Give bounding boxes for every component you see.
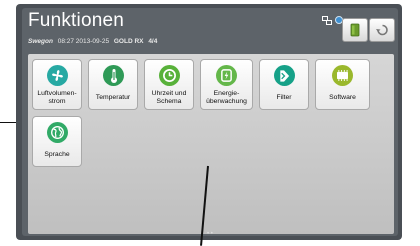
unit-index: 4/4 (148, 38, 158, 45)
tile-energy-monitoring[interactable]: Energie-überwachung (200, 59, 253, 110)
filter-icon (274, 65, 295, 86)
tile-label: Uhrzeit und Schema (151, 90, 187, 105)
tile-label: Software (329, 94, 356, 101)
tile-label: Temperatur (95, 94, 131, 101)
door-exit-icon (350, 23, 360, 37)
tile-airflow[interactable]: Luftvolumen-strom (32, 59, 82, 110)
network-icon (322, 16, 332, 27)
tile-software[interactable]: Software (315, 59, 370, 110)
callout-line-left (0, 122, 16, 123)
model-name: GOLD RX (113, 38, 144, 45)
thermometer-icon (103, 65, 124, 86)
exit-button[interactable] (342, 18, 368, 42)
clock-icon (159, 65, 180, 86)
back-arrow-icon (376, 24, 388, 36)
energy-icon (216, 65, 237, 86)
globe-icon (47, 122, 68, 143)
brand-logo: Swegon (28, 38, 53, 45)
function-grid: Luftvolumen-strom Temperatur Uhrzeit und… (28, 54, 394, 234)
page-title: Funktionen (28, 10, 125, 31)
tile-filter[interactable]: Filter (259, 59, 309, 110)
tile-label: Energie-überwachung (206, 90, 247, 105)
datetime: 08:27 2013-09-25 (57, 38, 110, 45)
fan-icon (47, 65, 68, 86)
header: Funktionen Swegon 08:27 2013-09-25 GOLD … (22, 8, 398, 54)
status-icons (322, 16, 343, 27)
device-info: Swegon 08:27 2013-09-25 GOLD RX 4/4 (28, 38, 157, 45)
tile-label: Luftvolumen-strom (37, 90, 77, 105)
scroll-handle[interactable]: • • (207, 231, 213, 236)
device-screen: Funktionen Swegon 08:27 2013-09-25 GOLD … (22, 8, 398, 236)
back-button[interactable] (369, 18, 395, 42)
tile-temperature[interactable]: Temperatur (88, 59, 138, 110)
tile-label: Sprache (44, 151, 70, 158)
chip-icon (332, 65, 353, 86)
tile-label: Filter (276, 94, 292, 101)
tile-language[interactable]: Sprache (32, 116, 82, 167)
tile-time-schedule[interactable]: Uhrzeit und Schema (144, 59, 194, 110)
